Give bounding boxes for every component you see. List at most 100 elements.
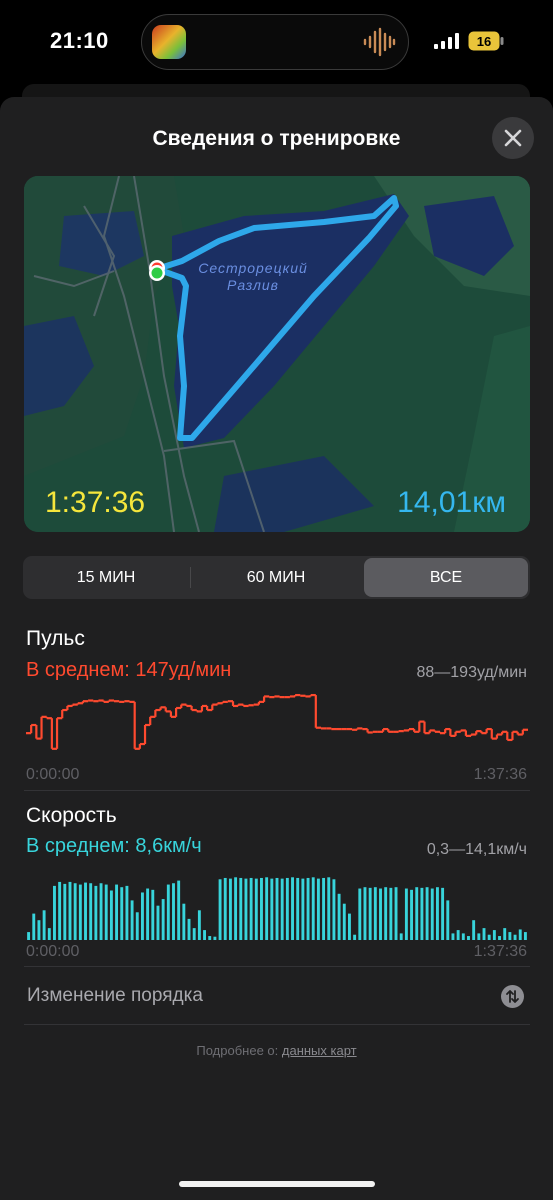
workout-duration: 1:37:36 <box>45 486 146 519</box>
speed-bar <box>451 933 455 940</box>
speed-title: Скорость <box>26 804 117 827</box>
speed-bar <box>291 877 294 940</box>
battery-level: 16 <box>477 34 491 49</box>
speed-bar <box>415 887 419 940</box>
speed-bar <box>32 913 36 940</box>
speed-bar <box>53 885 56 940</box>
section-divider <box>24 1024 530 1025</box>
speed-bar <box>208 936 212 940</box>
speed-bar <box>265 877 269 940</box>
speed-bar <box>177 880 181 940</box>
speed-range: 0,3—14,1км/ч <box>426 841 527 858</box>
segment-60-min[interactable]: 60 МИН <box>191 556 361 599</box>
cellular-signal-icon <box>434 33 459 49</box>
speed-bar <box>435 887 439 940</box>
heart-rate-chart[interactable] <box>24 685 530 763</box>
map-place-label-line1: Сестрорецкий <box>198 260 308 276</box>
speed-bar <box>249 877 253 940</box>
speed-bar <box>115 884 119 940</box>
speed-bar <box>182 903 186 940</box>
speed-bar <box>384 887 388 940</box>
speed-bar <box>109 890 113 940</box>
status-time: 21:10 <box>50 28 109 53</box>
speed-bar <box>146 888 150 940</box>
speed-bar <box>446 900 450 940</box>
speed-bar <box>270 878 274 940</box>
speed-bar <box>456 930 460 940</box>
speed-bar <box>228 878 232 940</box>
speed-bar <box>487 934 491 940</box>
speed-bar <box>425 887 429 940</box>
map-place-label-line2: Разлив <box>226 277 279 293</box>
speed-end-time: 1:37:36 <box>473 943 527 960</box>
heart-rate-start-time: 0:00:00 <box>26 766 80 783</box>
speed-bar <box>467 936 470 940</box>
speed-chart[interactable] <box>24 866 530 940</box>
speed-bar <box>503 928 507 940</box>
speed-bar <box>404 888 408 940</box>
speed-bar <box>94 885 98 940</box>
home-indicator[interactable] <box>179 1181 375 1187</box>
speed-bar <box>342 903 346 940</box>
speed-bar <box>306 877 310 940</box>
speed-bar <box>104 884 108 940</box>
route-map[interactable]: Сестрорецкий Разлив 1:37:36 14,01км <box>24 176 530 532</box>
speed-bar <box>254 878 258 940</box>
speed-bar <box>348 913 351 940</box>
speed-bar <box>508 932 512 940</box>
segment-all[interactable]: ВСЕ <box>364 558 528 597</box>
segment-15-min[interactable]: 15 МИН <box>23 556 189 599</box>
speed-bar <box>337 893 341 940</box>
music-app-thumbnail-icon[interactable] <box>152 25 186 59</box>
speed-bar <box>301 878 305 940</box>
footer-prefix: Подробнее о: <box>196 1043 279 1058</box>
section-divider <box>24 966 530 967</box>
map-data-link[interactable]: данных карт <box>282 1043 357 1058</box>
close-icon <box>504 129 522 147</box>
speed-bar <box>430 888 434 940</box>
speed-bar <box>410 889 414 940</box>
speed-bar <box>420 887 424 940</box>
speed-bar <box>89 883 93 940</box>
speed-bar <box>239 877 243 940</box>
time-range-segmented-control: 15 МИН 60 МИН ВСЕ <box>23 556 530 599</box>
speed-bar <box>477 933 481 940</box>
battery-icon: 16 <box>468 31 504 51</box>
speed-bar <box>358 888 362 940</box>
section-divider <box>24 790 530 791</box>
speed-bar <box>311 877 315 940</box>
speed-bar <box>492 930 496 940</box>
speed-bar <box>363 887 367 940</box>
heart-rate-title: Пульс <box>26 627 85 650</box>
speed-bar <box>389 887 393 940</box>
close-button[interactable] <box>492 117 534 159</box>
workout-distance: 14,01км <box>397 486 506 519</box>
speed-bar <box>461 933 465 940</box>
speed-bar <box>322 877 326 940</box>
speed-bar <box>130 900 134 940</box>
speed-bar <box>482 928 486 940</box>
map-data-footer: Подробнее о: данных карт <box>0 1043 553 1058</box>
speed-bar <box>353 934 357 940</box>
heart-rate-end-time: 1:37:36 <box>473 766 527 783</box>
speed-bar <box>78 884 82 940</box>
reorder-button[interactable]: Изменение порядка <box>27 985 203 1007</box>
speed-bar <box>472 920 476 940</box>
speed-bar <box>166 884 170 940</box>
speed-bar <box>125 885 129 940</box>
speed-bar <box>223 877 227 940</box>
map-canvas <box>24 176 530 532</box>
speed-bar <box>234 877 238 940</box>
sheet-title: Сведения о тренировке <box>152 127 401 150</box>
status-bar: 21:10 16 <box>0 0 553 84</box>
speed-bar <box>42 910 46 940</box>
speed-bar <box>399 933 403 940</box>
speed-bar <box>197 910 201 940</box>
speed-bar <box>172 883 175 940</box>
reorder-arrows-icon[interactable] <box>501 985 524 1008</box>
speed-bar <box>332 879 336 940</box>
speed-bar <box>151 889 155 940</box>
speed-bar <box>135 912 139 940</box>
speed-bar <box>373 887 377 940</box>
speed-bar <box>327 877 331 940</box>
